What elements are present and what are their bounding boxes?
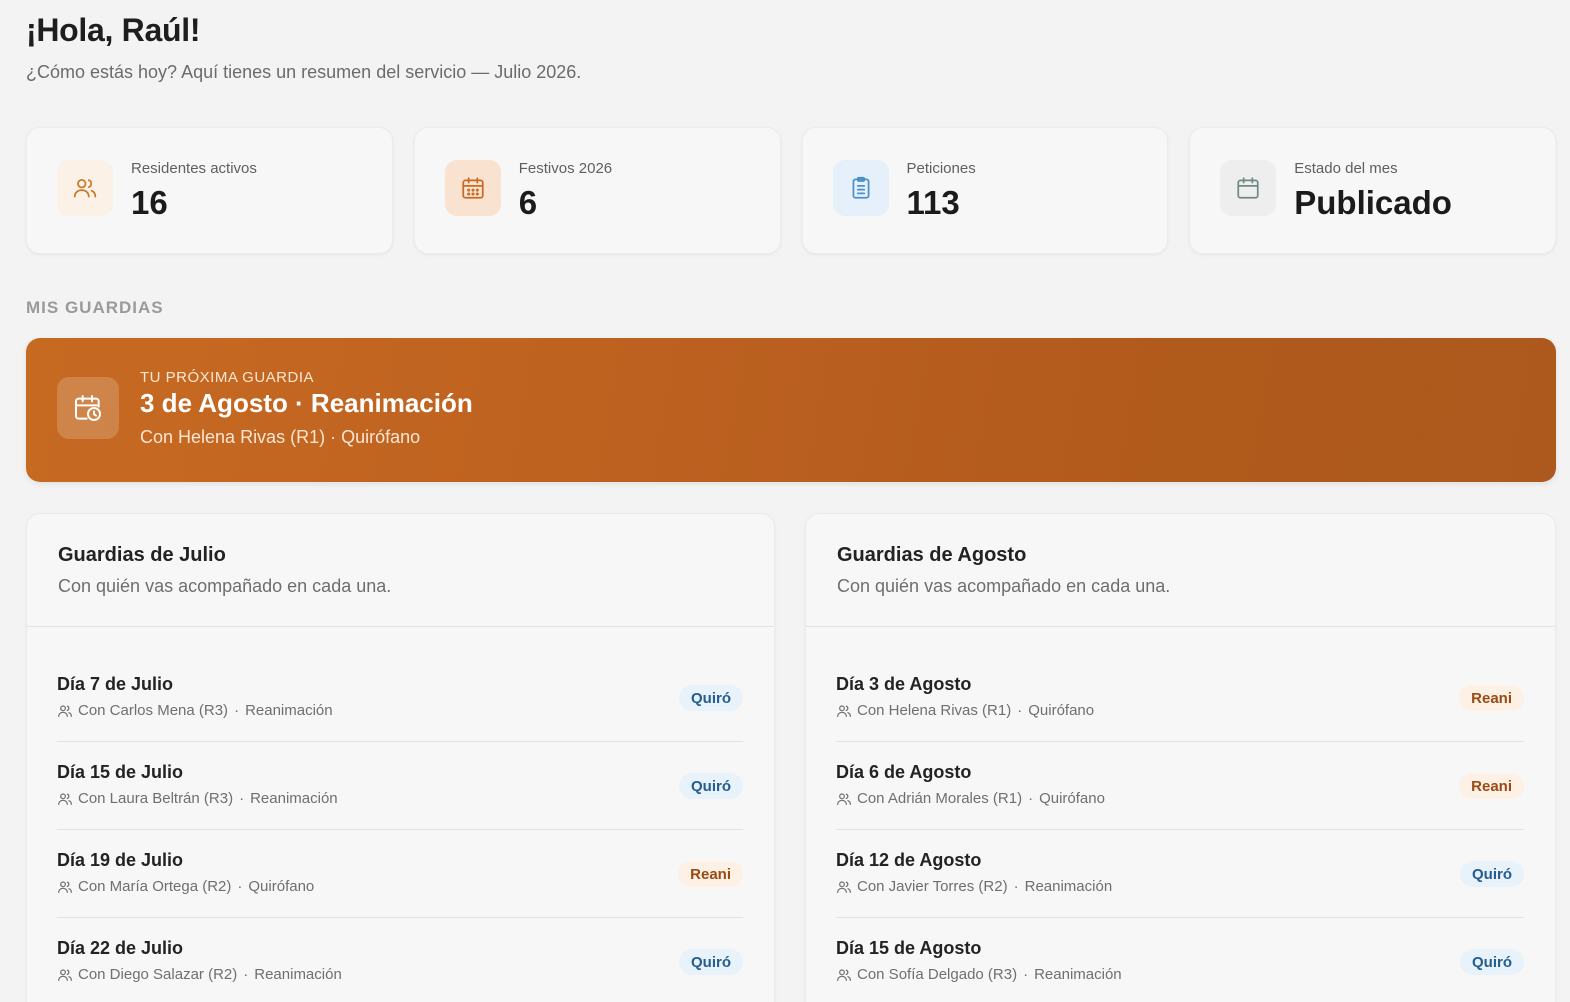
users-icon: [57, 703, 73, 719]
panel-subtitle: Con quién vas acompañado en cada una.: [837, 576, 1171, 596]
guard-area: Quirófano: [1039, 790, 1105, 807]
guard-area: Reanimación: [245, 702, 333, 719]
guard-area: Quirófano: [1028, 702, 1095, 719]
guard-partner: Con Sofía Delgado (R3): [857, 966, 1018, 983]
guard-day: Día 12 de Agosto: [836, 850, 982, 870]
users-icon: [836, 879, 852, 895]
area-badge: Quiró: [1460, 949, 1524, 975]
users-icon: [57, 879, 73, 895]
guard-partner: Con Diego Salazar (R2): [78, 966, 238, 983]
guard-meta: Con Sofía Delgado (R3) · Reanimación: [836, 966, 1122, 983]
next-guard-banner[interactable]: TU PRÓXIMA GUARDIA 3 de Agosto · Reanima…: [26, 338, 1556, 482]
stat-card-peticiones[interactable]: Peticiones 113: [801, 127, 1169, 254]
list-item[interactable]: Día 15 de Julio Con Laura Beltrán (R3) · R…: [57, 742, 743, 830]
area-badge: Quiró: [679, 773, 743, 799]
stat-card-estado[interactable]: Estado del mes Publicado: [1189, 127, 1556, 254]
panel-title: Guardias de Julio: [58, 544, 226, 566]
stat-label: Festivos 2026: [518, 160, 613, 177]
guard-day: Día 15 de Julio: [57, 762, 184, 782]
guard-meta: Con Laura Beltrán (R3) · Reanimación: [57, 790, 338, 807]
guard-day: Día 22 de Julio: [57, 938, 184, 958]
guard-partner: Con Carlos Mena (R3): [78, 702, 229, 719]
panel-title: Guardias de Agosto: [837, 544, 1027, 566]
guard-partner: Con María Ortega (R2): [78, 878, 232, 895]
stat-card-residentes[interactable]: Residentes activos 16: [26, 127, 393, 254]
calendar-icon: [1220, 160, 1277, 216]
list-item[interactable]: Día 3 de Agosto Con Helena Rivas (R1) · Qu…: [836, 654, 1524, 742]
guard-day: Día 7 de Julio: [57, 674, 174, 694]
guard-meta: Con Helena Rivas (R1) · Quirófano: [836, 702, 1094, 719]
panel-subtitle: Con quién vas acompañado en cada una.: [58, 576, 392, 596]
area-badge: Quiró: [679, 949, 743, 975]
stat-card-festivos[interactable]: Festivos 2026 6: [413, 127, 781, 254]
stat-value: Publicado: [1294, 184, 1452, 221]
guard-meta: Con Diego Salazar (R2) · Reanimación: [57, 966, 342, 983]
guard-partner: Con Laura Beltrán (R3): [78, 790, 234, 807]
guard-area: Reanimación: [1034, 966, 1122, 983]
page-title: ¡Hola, Raúl!: [26, 12, 201, 48]
list-item[interactable]: Día 19 de Julio Con María Ortega (R2) · Qu…: [57, 830, 743, 918]
area-badge: Reani: [678, 861, 743, 887]
next-guard-subtitle: Con Helena Rivas (R1) · Quirófano: [140, 427, 421, 447]
guard-day: Día 3 de Agosto: [836, 674, 972, 694]
list-item[interactable]: Día 15 de Agosto Con Sofía Delgado (R3) ·…: [836, 918, 1524, 1002]
list-item[interactable]: Día 22 de Julio Con Diego Salazar (R2) · R…: [57, 918, 743, 1002]
calendar-clock-icon: [57, 377, 119, 439]
users-icon: [836, 703, 852, 719]
list-item[interactable]: Día 7 de Julio Con Carlos Mena (R3) · Rean…: [57, 654, 743, 742]
guard-area: Reanimación: [1024, 878, 1113, 895]
users-icon: [836, 791, 852, 807]
stat-value: 16: [131, 184, 168, 221]
guard-day: Día 15 de Agosto: [836, 938, 982, 958]
guard-partner: Con Helena Rivas (R1): [857, 702, 1012, 719]
guard-meta: Con Adrián Morales (R1) · Quirófano: [836, 790, 1105, 807]
list-item[interactable]: Día 6 de Agosto Con Adrián Morales (R1) ·…: [836, 742, 1524, 830]
guard-partner: Con Javier Torres (R2): [857, 878, 1008, 895]
users-icon: [57, 967, 73, 983]
stats-row: Residentes activos 16 Festivos 2026 6 Pe…: [26, 127, 1556, 254]
guard-day: Día 19 de Julio: [57, 850, 184, 870]
stat-value: 113: [906, 184, 960, 221]
guard-meta: Con Javier Torres (R2) · Reanimación: [836, 878, 1112, 895]
guard-area: Reanimación: [254, 966, 342, 983]
stat-value: 6: [518, 184, 538, 221]
users-icon: [836, 967, 852, 983]
divider: [27, 626, 774, 627]
divider: [806, 626, 1555, 627]
section-label: MIS GUARDIAS: [26, 298, 164, 317]
area-badge: Quiró: [1460, 861, 1524, 887]
guard-list: Día 3 de Agosto Con Helena Rivas (R1) · Qu…: [836, 654, 1524, 1002]
guard-area: Reanimación: [250, 790, 338, 807]
area-badge: Quiró: [679, 685, 743, 711]
stat-label: Estado del mes: [1294, 160, 1398, 177]
panel-guardias-julio: Guardias de Julio Con quién vas acompaña…: [26, 513, 775, 1002]
next-guard-kicker: TU PRÓXIMA GUARDIA: [140, 369, 315, 386]
guard-partner: Con Adrián Morales (R1): [857, 790, 1023, 807]
area-badge: Reani: [1459, 773, 1524, 799]
guard-area: Quirófano: [248, 878, 315, 895]
list-item[interactable]: Día 12 de Agosto Con Javier Torres (R2) ·…: [836, 830, 1524, 918]
guard-meta: Con María Ortega (R2) · Quirófano: [57, 878, 314, 895]
stat-label: Residentes activos: [131, 160, 257, 177]
guard-list: Día 7 de Julio Con Carlos Mena (R3) · Rean…: [57, 654, 743, 1002]
clipboard-list-icon: [832, 160, 889, 216]
users-icon: [57, 160, 113, 216]
next-guard-title: 3 de Agosto · Reanimación: [140, 388, 473, 418]
stat-label: Peticiones: [906, 160, 976, 177]
page-subtitle: ¿Cómo estás hoy? Aquí tienes un resumen …: [26, 62, 582, 82]
guard-meta: Con Carlos Mena (R3) · Reanimación: [57, 702, 333, 719]
users-icon: [57, 791, 73, 807]
calendar-grid-icon: [444, 160, 501, 216]
area-badge: Reani: [1459, 685, 1524, 711]
panel-guardias-agosto: Guardias de Agosto Con quién vas acompañ…: [805, 513, 1556, 1002]
guard-day: Día 6 de Agosto: [836, 762, 972, 782]
